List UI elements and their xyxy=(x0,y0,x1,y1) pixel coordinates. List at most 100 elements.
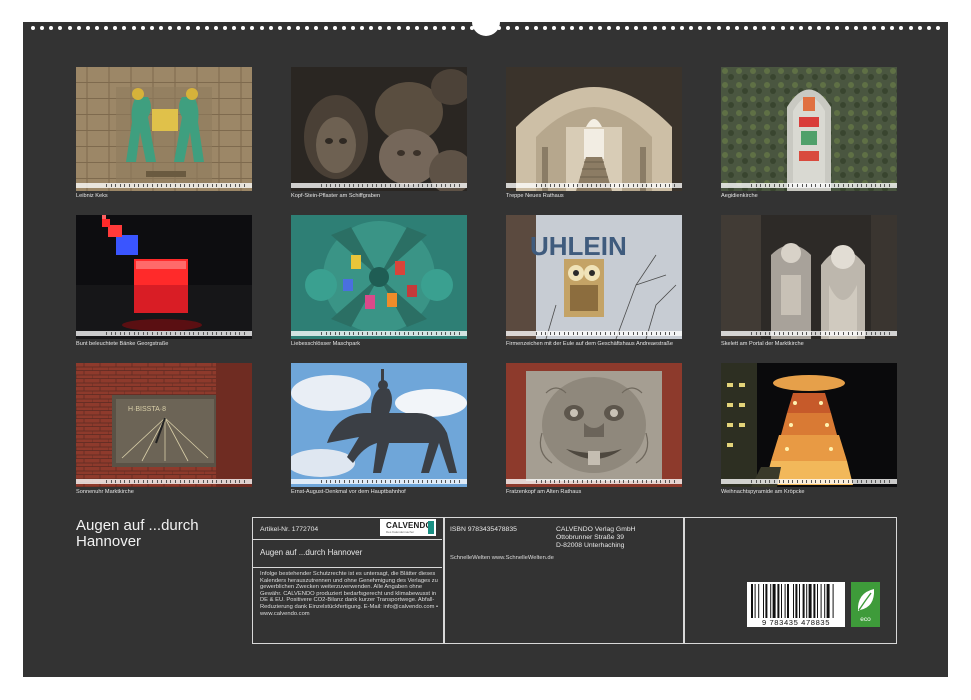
spiral-hole xyxy=(753,26,758,30)
date-tick xyxy=(119,332,121,335)
date-tick xyxy=(357,480,359,483)
date-tick xyxy=(884,480,886,483)
date-tick xyxy=(651,480,652,483)
date-tick xyxy=(179,332,181,335)
spiral-hole xyxy=(314,26,319,30)
date-tick xyxy=(572,332,574,335)
date-tick xyxy=(632,184,634,187)
date-tick xyxy=(330,480,332,483)
thumbnail-liebesschloesser xyxy=(291,215,467,339)
spiral-hole xyxy=(881,26,886,30)
date-tick xyxy=(870,184,872,187)
calendar-date-strip xyxy=(721,183,897,188)
date-tick xyxy=(399,184,401,187)
date-tick xyxy=(641,332,643,335)
panel-divider xyxy=(252,539,442,540)
date-tick xyxy=(321,480,322,483)
date-tick xyxy=(211,480,213,483)
date-tick xyxy=(344,184,345,187)
barcode-bar xyxy=(806,584,808,618)
date-tick xyxy=(216,480,218,483)
date-tick xyxy=(783,332,785,335)
spiral-hole xyxy=(131,26,136,30)
date-tick xyxy=(852,332,854,335)
calendar-date-strip xyxy=(291,479,467,484)
date-tick xyxy=(371,332,373,335)
spiral-hole xyxy=(844,26,849,30)
date-tick xyxy=(609,332,611,335)
spiral-hole xyxy=(734,26,739,30)
thumbnail-bunt-beleuchtete-baenke xyxy=(76,215,252,339)
date-tick xyxy=(156,184,158,187)
date-tick xyxy=(778,480,780,483)
date-tick xyxy=(198,480,199,483)
date-tick xyxy=(399,332,401,335)
leaf-icon xyxy=(857,589,875,611)
date-tick xyxy=(582,480,583,483)
date-tick xyxy=(454,184,456,187)
date-tick xyxy=(124,480,126,483)
spiral-hole xyxy=(588,26,593,30)
date-tick xyxy=(545,480,547,483)
date-tick xyxy=(879,184,881,187)
date-tick xyxy=(755,480,757,483)
date-tick xyxy=(334,184,336,187)
date-tick xyxy=(618,184,620,187)
date-tick xyxy=(600,480,602,483)
date-tick xyxy=(838,480,840,483)
date-tick xyxy=(239,184,241,187)
date-tick xyxy=(367,184,368,187)
date-tick xyxy=(847,184,849,187)
spiral-hole xyxy=(716,26,721,30)
date-tick xyxy=(436,184,437,187)
date-tick xyxy=(572,184,574,187)
date-tick xyxy=(325,184,327,187)
date-tick xyxy=(774,332,775,335)
spiral-hole xyxy=(158,26,163,30)
caption-kopf-stein-pflaster: Kopf-Stein-Pflaster am Schiffgraben xyxy=(291,193,381,199)
date-tick xyxy=(852,480,854,483)
date-tick xyxy=(431,480,433,483)
date-tick xyxy=(609,184,611,187)
date-tick xyxy=(147,480,149,483)
caption-treppe-neues-rathaus: Treppe Neues Rathaus xyxy=(506,193,564,199)
spiral-hole xyxy=(634,26,639,30)
spiral-hole xyxy=(899,26,904,30)
spiral-hole xyxy=(360,26,365,30)
spiral-hole xyxy=(743,26,748,30)
spiral-hole xyxy=(268,26,273,30)
date-tick xyxy=(234,480,236,483)
barcode-bar xyxy=(770,584,772,618)
date-tick xyxy=(632,480,634,483)
barcode-bar xyxy=(772,584,776,618)
spiral-hole xyxy=(798,26,803,30)
date-tick xyxy=(390,332,391,335)
date-tick xyxy=(225,332,227,335)
barcode-bars xyxy=(751,584,834,618)
date-tick xyxy=(751,332,752,335)
date-tick xyxy=(769,480,771,483)
date-tick xyxy=(669,332,671,335)
date-tick xyxy=(385,480,387,483)
calendar-date-strip xyxy=(76,331,252,336)
date-tick xyxy=(843,332,844,335)
date-tick xyxy=(540,184,542,187)
spiral-hole xyxy=(670,26,675,30)
date-tick xyxy=(586,184,588,187)
date-tick xyxy=(554,480,556,483)
date-tick xyxy=(847,480,849,483)
date-tick xyxy=(198,332,199,335)
date-tick xyxy=(193,332,195,335)
date-tick xyxy=(184,480,186,483)
uhlein-sign-text: UHLEIN xyxy=(530,231,627,261)
date-tick xyxy=(394,480,396,483)
date-tick xyxy=(815,332,817,335)
date-tick xyxy=(394,184,396,187)
eco-label: eco xyxy=(860,616,871,623)
author-web: SchnelleWelten www.SchnelleWelten.de xyxy=(450,555,554,561)
barcode-bar xyxy=(758,584,760,618)
spiral-hole xyxy=(204,26,209,30)
spiral-hole xyxy=(780,26,785,30)
date-tick xyxy=(568,480,570,483)
date-tick xyxy=(321,184,322,187)
